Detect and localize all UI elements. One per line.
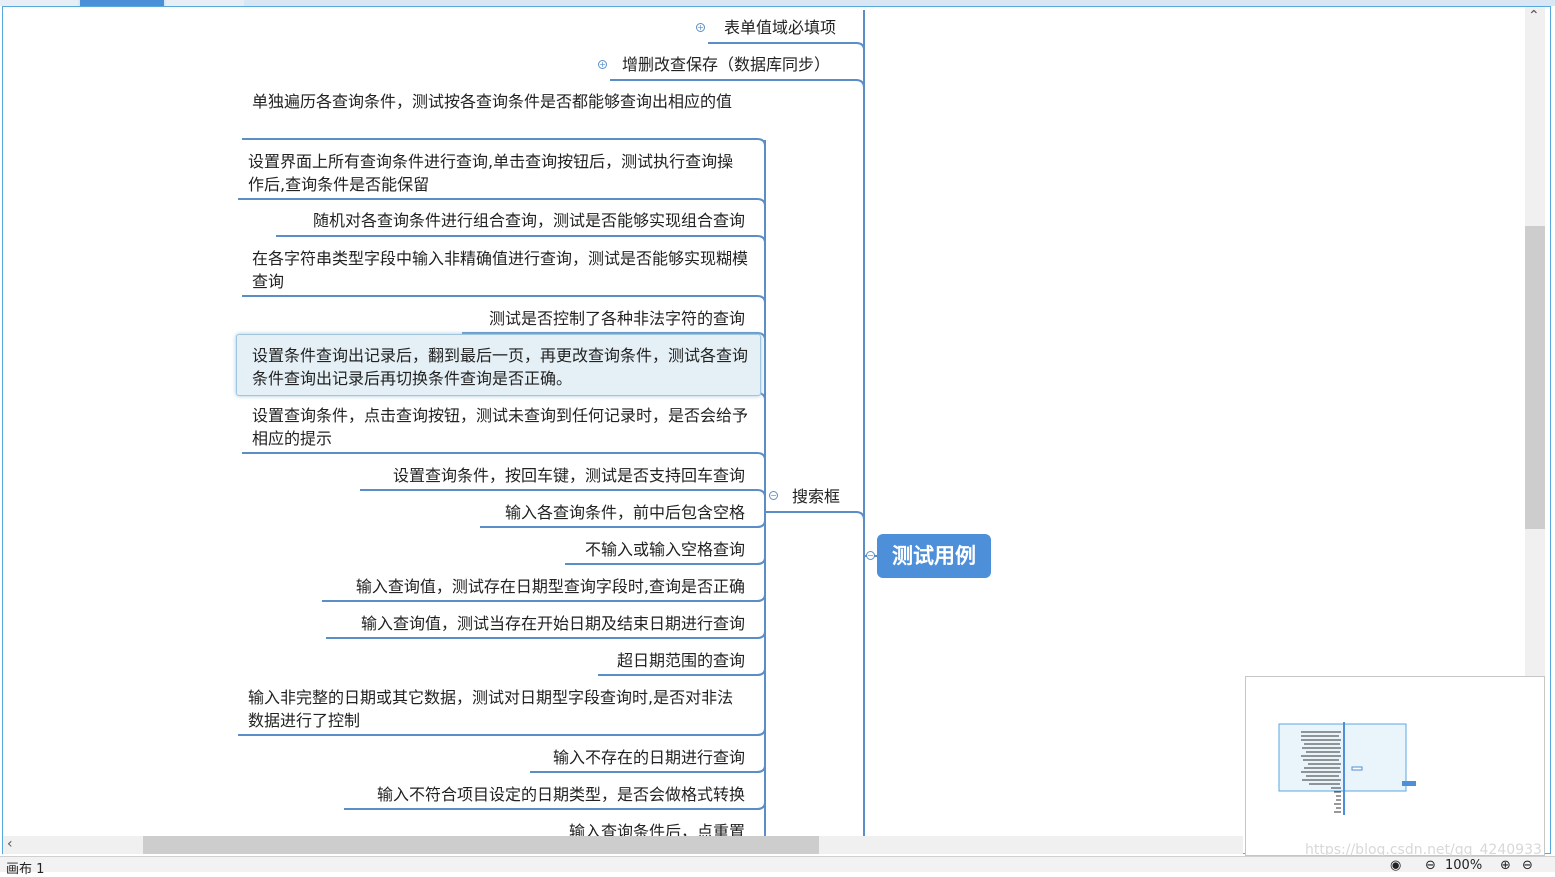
subtopic[interactable]: 输入各查询条件，前中后包含空格: [240, 501, 745, 524]
central-topic[interactable]: 测试用例: [877, 534, 991, 578]
minimap-preview: [1278, 722, 1416, 815]
sheet-label[interactable]: 画布 1: [6, 858, 44, 877]
topic-required-fields[interactable]: 表单值域必填项: [724, 16, 836, 39]
subtopic[interactable]: 超日期范围的查询: [240, 649, 745, 672]
collapse-icon[interactable]: −: [769, 491, 778, 500]
expand-icon[interactable]: +: [696, 23, 705, 32]
scroll-left-icon[interactable]: ‹: [7, 836, 13, 852]
scroll-up-icon[interactable]: ⌃: [1528, 8, 1540, 24]
collapse-icon[interactable]: −: [866, 551, 875, 560]
subtopic[interactable]: 不输入或输入空格查询: [240, 538, 745, 561]
subtopic[interactable]: 设置界面上所有查询条件进行查询,单击查询按钮后，测试执行查询操作后,查询条件是否…: [248, 150, 748, 196]
subtopic[interactable]: 测试是否控制了各种非法字符的查询: [240, 307, 745, 330]
subtopic[interactable]: 设置查询条件，点击查询按钮，测试未查询到任何记录时，是否会给予相应的提示: [252, 404, 752, 450]
subtopic[interactable]: 输入查询值，测试当存在开始日期及结束日期进行查询: [240, 612, 745, 635]
subtopic[interactable]: 输入不存在的日期进行查询: [240, 746, 745, 769]
overview-minimap[interactable]: [1245, 676, 1545, 856]
subtopic[interactable]: 随机对各查询条件进行组合查询，测试是否能够实现组合查询: [240, 209, 745, 232]
subtopic-selected[interactable]: 设置条件查询出记录后，翻到最后一页，再更改查询条件，测试各查询条件查询出记录后再…: [252, 344, 752, 390]
subtopic[interactable]: 单独遍历各查询条件，测试按各查询条件是否都能够查询出相应的值: [252, 90, 752, 113]
subtopic[interactable]: 在各字符串类型字段中输入非精确值进行查询，测试是否能够实现糊模查询: [252, 247, 752, 293]
status-bar: 画布 1 ◉ ⊖ 100% ⊕ ⊖: [0, 856, 1555, 877]
subtopic[interactable]: 设置查询条件，按回车键，测试是否支持回车查询: [240, 464, 745, 487]
vertical-scroll-thumb[interactable]: [1525, 226, 1545, 529]
subtopic[interactable]: 输入查询条件后，点重置: [240, 820, 745, 836]
expand-icon[interactable]: +: [598, 60, 607, 69]
subtopic[interactable]: 输入非完整的日期或其它数据，测试对日期型字段查询时,是否对非法数据进行了控制: [248, 686, 748, 732]
topic-crud-save[interactable]: 增删改查保存（数据库同步）: [622, 53, 830, 76]
topic-search-box[interactable]: 搜索框: [792, 485, 840, 508]
horizontal-scroll-thumb[interactable]: [143, 836, 819, 854]
subtopic[interactable]: 输入不符合项目设定的日期类型，是否会做格式转换: [240, 783, 745, 806]
subtopic[interactable]: 输入查询值，测试存在日期型查询字段时,查询是否正确: [240, 575, 745, 598]
